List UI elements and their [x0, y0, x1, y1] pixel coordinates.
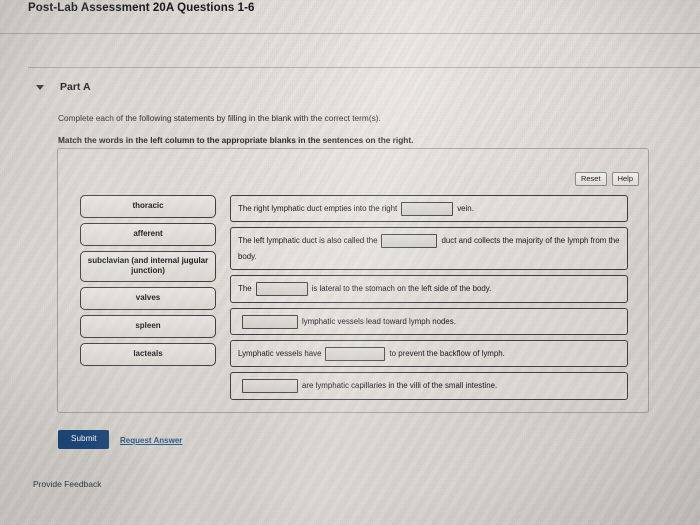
word-bank-tile[interactable]: afferent: [80, 222, 216, 246]
drop-blank[interactable]: [401, 201, 454, 216]
word-bank: thoracic afferent subclavian (and intern…: [80, 195, 216, 366]
statement-row: are lymphatic capillaries in the villi o…: [230, 372, 628, 400]
reset-button[interactable]: Reset: [574, 172, 607, 186]
drop-blank[interactable]: [242, 314, 298, 329]
part-a-header[interactable]: Part A: [36, 81, 91, 93]
word-bank-tile[interactable]: lacteals: [80, 342, 216, 366]
word-bank-tile[interactable]: valves: [80, 287, 216, 310]
provide-feedback-link[interactable]: Provide Feedback: [33, 479, 102, 489]
drop-blank[interactable]: [255, 282, 308, 297]
drop-blank[interactable]: [325, 346, 386, 361]
statement-text-before: The right lymphatic duct empties into th…: [238, 204, 398, 213]
submit-button[interactable]: Submit: [58, 430, 110, 450]
header-divider: [0, 33, 700, 34]
matching-activity-panel: Reset Help thoracic afferent subclavian …: [57, 148, 649, 413]
statement-text-after: lymphatic vessels lead toward lymph node…: [302, 316, 456, 326]
drop-blank[interactable]: [242, 379, 298, 394]
word-bank-tile[interactable]: thoracic: [80, 195, 216, 218]
part-a-label: Part A: [60, 81, 91, 93]
statement-text-after: vein.: [457, 204, 474, 213]
statement-text-after: to prevent the backflow of lymph.: [389, 349, 505, 359]
drop-blank[interactable]: [381, 234, 438, 249]
statement-text-before: The left lymphatic duct is also called t…: [238, 236, 378, 246]
statement-text-before: Lymphatic vessels have: [238, 349, 322, 359]
triangle-down-icon[interactable]: [36, 84, 44, 90]
word-bank-tile[interactable]: subclavian (and internal jugular junctio…: [80, 250, 216, 283]
word-bank-tile[interactable]: spleen: [80, 314, 216, 338]
statement-text-after: is lateral to the stomach on the left si…: [311, 284, 492, 294]
panel-toolbar: Reset Help: [574, 172, 639, 186]
instructions-line-2: Match the words in the left column to th…: [58, 135, 414, 145]
statement-list: The right lymphatic duct empties into th…: [230, 195, 628, 400]
request-answer-link[interactable]: Request Answer: [120, 436, 182, 445]
statement-row: The left lymphatic duct is also called t…: [230, 227, 628, 271]
help-button[interactable]: Help: [611, 172, 639, 186]
statement-row: Lymphatic vessels have to prevent the bac…: [230, 340, 628, 368]
statement-row: The right lymphatic duct empties into th…: [230, 195, 628, 223]
page-content: Post-Lab Assessment 20A Questions 1-6 Pa…: [0, 0, 700, 525]
instructions-line-1: Complete each of the following statement…: [58, 113, 381, 123]
statement-row: lymphatic vessels lead toward lymph node…: [230, 307, 628, 336]
statement-text-after: are lymphatic capillaries in the villi o…: [302, 381, 498, 391]
page-title: Post-Lab Assessment 20A Questions 1-6: [28, 2, 255, 14]
statement-row: The is lateral to the stomach on the left…: [230, 275, 628, 303]
section-divider: [28, 67, 700, 68]
statement-text-before: The: [238, 284, 252, 294]
